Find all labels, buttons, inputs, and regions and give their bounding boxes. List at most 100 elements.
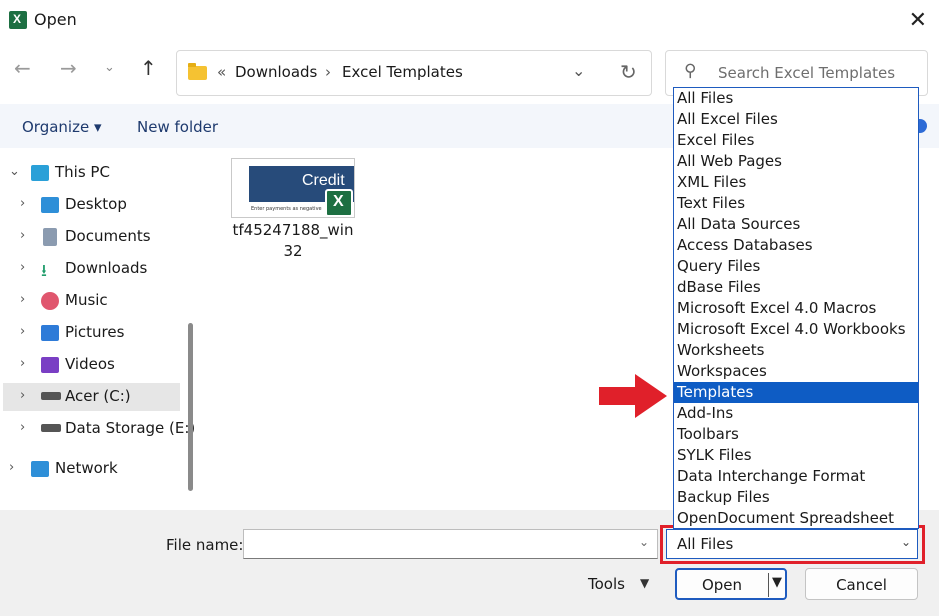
sidebar-item-desktop[interactable]: › Desktop (0, 191, 185, 219)
organize-button[interactable]: Organize ▾ (22, 118, 102, 136)
refresh-icon[interactable]: ↻ (620, 60, 637, 84)
scrollbar-thumb[interactable] (188, 323, 193, 491)
sidebar-item-downloads[interactable]: › ⭳ Downloads (0, 255, 185, 283)
expand-chevron-icon[interactable]: › (20, 260, 25, 275)
file-type-dropdown-list: All Files All Excel Files Excel Files Al… (673, 87, 919, 529)
expand-chevron-icon[interactable]: › (20, 292, 25, 307)
pictures-icon (41, 325, 59, 341)
up-arrow-icon[interactable]: ↑ (140, 56, 157, 80)
breadcrumb-downloads[interactable]: Downloads (235, 63, 317, 81)
dropdown-option[interactable]: Toolbars (674, 424, 918, 445)
sidebar-item-label: Desktop (65, 195, 127, 213)
thumbnail-subtitle: Enter payments as negative (251, 206, 322, 212)
file-name-label[interactable]: tf45247188_win 32 (225, 220, 361, 262)
forward-arrow-icon[interactable]: → (60, 56, 77, 80)
open-button-label: Open (701, 576, 743, 594)
recent-locations-chevron-icon[interactable]: ⌄ (104, 60, 115, 75)
expand-chevron-icon[interactable]: › (20, 356, 25, 371)
dropdown-option[interactable]: Excel Files (674, 130, 918, 151)
videos-icon (41, 357, 59, 373)
navigation-pane: ⌄ This PC › Desktop › Documents › ⭳ Down… (0, 148, 200, 510)
breadcrumb-separator-icon[interactable]: › (325, 63, 331, 81)
dropdown-option[interactable]: Add-Ins (674, 403, 918, 424)
collapse-chevron-icon[interactable]: ⌄ (9, 164, 20, 179)
sidebar-item-label: Music (65, 291, 108, 309)
sidebar-item-videos[interactable]: › Videos (0, 351, 185, 379)
drive-icon (41, 424, 61, 432)
file-name-field-label: File name: (166, 536, 244, 554)
dropdown-option[interactable]: All Files (674, 88, 918, 109)
tools-dropdown-icon[interactable]: ▼ (640, 576, 649, 590)
dropdown-option[interactable]: Data Interchange Format (674, 466, 918, 487)
dropdown-option[interactable]: All Web Pages (674, 151, 918, 172)
expand-chevron-icon[interactable]: › (20, 324, 25, 339)
sidebar-item-network[interactable]: › Network (0, 455, 185, 483)
sidebar-item-data-storage-e[interactable]: › Data Storage (E:) (0, 415, 195, 443)
window-title: Open (34, 10, 77, 29)
tools-button[interactable]: Tools (588, 575, 625, 593)
sidebar-item-label: Network (55, 459, 118, 477)
file-name-input[interactable] (243, 529, 658, 559)
address-dropdown-chevron-icon[interactable]: ⌄ (572, 61, 585, 80)
new-folder-button[interactable]: New folder (137, 118, 218, 136)
computer-icon (31, 165, 49, 181)
music-icon (41, 292, 59, 310)
expand-chevron-icon[interactable]: › (9, 460, 14, 475)
excel-icon (9, 11, 27, 29)
sidebar-item-music[interactable]: › Music (0, 287, 185, 315)
search-icon: ⚲ (684, 61, 697, 81)
breadcrumb-overflow[interactable]: « (217, 63, 226, 81)
open-button[interactable]: Open ▼ (675, 568, 787, 600)
annotation-arrow-icon (599, 374, 667, 418)
dropdown-option[interactable]: Query Files (674, 256, 918, 277)
dropdown-option[interactable]: OpenDocument Spreadsheet (674, 508, 918, 529)
dropdown-option[interactable]: XML Files (674, 172, 918, 193)
dropdown-option[interactable]: Backup Files (674, 487, 918, 508)
address-bar[interactable]: « Downloads › Excel Templates ⌄ ↻ (176, 50, 652, 96)
excel-icon (325, 189, 353, 217)
downloads-icon: ⭳ (41, 261, 47, 281)
sidebar-item-documents[interactable]: › Documents (0, 223, 185, 251)
dropdown-option[interactable]: Worksheets (674, 340, 918, 361)
back-arrow-icon[interactable]: ← (14, 56, 31, 80)
dropdown-option[interactable]: All Data Sources (674, 214, 918, 235)
sidebar-item-pictures[interactable]: › Pictures (0, 319, 185, 347)
dropdown-option[interactable]: Text Files (674, 193, 918, 214)
thumbnail-title: Credit (302, 172, 345, 189)
expand-chevron-icon[interactable]: › (20, 228, 25, 243)
dropdown-option[interactable]: All Excel Files (674, 109, 918, 130)
sidebar-item-this-pc[interactable]: ⌄ This PC (0, 159, 185, 187)
sidebar-item-label: Videos (65, 355, 115, 373)
annotation-highlight-box (660, 525, 925, 564)
desktop-icon (41, 197, 59, 213)
search-placeholder: Search Excel Templates (718, 64, 896, 82)
sidebar-item-label: Documents (65, 227, 151, 245)
sidebar-item-label: This PC (55, 163, 110, 181)
dropdown-option[interactable]: dBase Files (674, 277, 918, 298)
sidebar-item-label: Data Storage (E:) (65, 419, 196, 437)
network-icon (31, 461, 49, 477)
folder-icon (188, 63, 207, 80)
dropdown-option[interactable]: SYLK Files (674, 445, 918, 466)
sidebar-item-acer-c[interactable]: › Acer (C:) (3, 383, 180, 411)
dropdown-option[interactable]: Microsoft Excel 4.0 Macros (674, 298, 918, 319)
expand-chevron-icon[interactable]: › (20, 388, 25, 403)
sidebar-item-label: Acer (C:) (65, 387, 131, 405)
dropdown-option[interactable]: Access Databases (674, 235, 918, 256)
dropdown-option[interactable]: Workspaces (674, 361, 918, 382)
drive-icon (41, 392, 61, 400)
sidebar-item-label: Downloads (65, 259, 148, 277)
cancel-button[interactable]: Cancel (805, 568, 918, 600)
dropdown-option-highlighted[interactable]: Templates (674, 382, 918, 403)
split-divider (768, 573, 769, 597)
file-name-line: tf45247188_win (232, 221, 354, 239)
expand-chevron-icon[interactable]: › (20, 420, 25, 435)
cancel-button-label: Cancel (836, 576, 887, 594)
file-name-line: 32 (283, 242, 303, 260)
file-name-dropdown-chevron-icon[interactable]: ⌄ (639, 535, 649, 549)
dropdown-option[interactable]: Microsoft Excel 4.0 Workbooks (674, 319, 918, 340)
breadcrumb-excel-templates[interactable]: Excel Templates (342, 63, 463, 81)
open-options-dropdown-icon[interactable]: ▼ (772, 575, 782, 590)
close-icon[interactable]: ✕ (909, 8, 927, 33)
expand-chevron-icon[interactable]: › (20, 196, 25, 211)
